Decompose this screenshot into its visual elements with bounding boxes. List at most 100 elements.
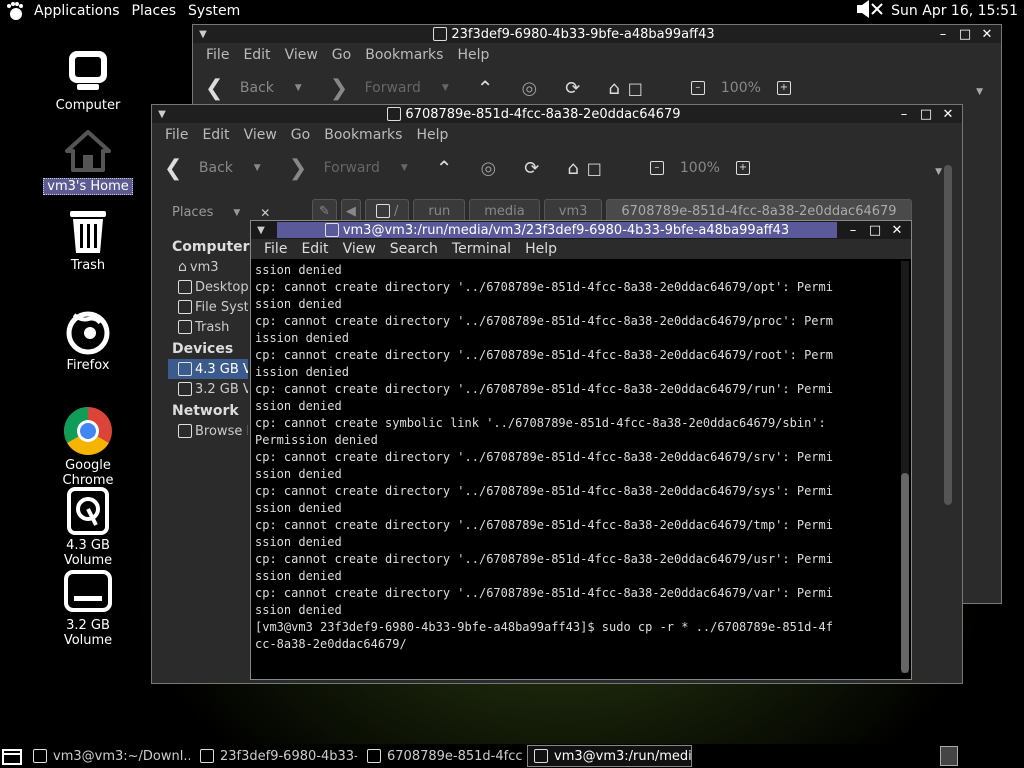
desktop-icon-chrome[interactable]: Google Chrome [38,406,138,488]
window-menu-icon[interactable]: ▼ [152,109,172,120]
sidebar-item-browse-network[interactable]: Browse Network [168,421,248,441]
terminal-window[interactable]: ▼ vm3@vm3:/run/media/vm3/23f3def9-6980-4… [250,220,912,680]
window-menu-icon[interactable]: ▼ [251,225,271,236]
zoom-in-icon[interactable]: + [735,161,750,175]
reload-icon[interactable]: ⟳ [565,78,580,99]
menu-file[interactable]: File [199,47,236,63]
desktop-icon-computer[interactable]: Computer [38,46,138,113]
scrollbar[interactable] [901,261,909,673]
drive-icon [433,27,448,41]
sidebar-item-filesystem[interactable]: File System [168,297,248,317]
applications-menu[interactable]: Applications [0,0,128,22]
stop-icon[interactable]: ◎ [522,78,538,99]
zoom-level: 100% [720,80,761,96]
minimize-icon[interactable]: – [845,222,861,238]
window-titlebar[interactable]: ▼ 23f3def9-6980-4b33-9bfe-a48ba99aff43 –… [193,25,1001,43]
chevron-down-icon[interactable]: ▼ [976,87,983,97]
up-icon[interactable]: ⌃ [436,156,453,180]
taskbar-item[interactable]: 23f3def9-6980-4b33-... [193,745,358,767]
show-desktop-icon[interactable] [0,745,24,767]
places-menu[interactable]: Places [128,0,185,22]
terminal-icon [33,749,47,763]
close-icon[interactable]: ✕ [889,222,905,238]
desktop-icon-volume-4-3[interactable]: 4.3 GB Volume [38,486,138,568]
terminal-line: ssion denied [255,569,342,583]
menu-help[interactable]: Help [409,127,455,143]
terminal-line: cp: cannot create directory '../6708789e… [255,382,833,396]
up-icon[interactable]: ⌃ [477,76,494,100]
back-button[interactable]: ❮ Back ▼ [205,76,302,101]
menu-file[interactable]: File [158,127,195,143]
menu-edit[interactable]: Edit [294,241,335,257]
taskbar-item-active[interactable]: vm3@vm3:/run/medi... [527,745,692,767]
menu-edit[interactable]: Edit [195,127,236,143]
menu-view[interactable]: View [336,241,383,257]
terminal-line: Permission denied [255,433,378,447]
forward-button[interactable]: ❯ Forward ▼ [330,76,449,101]
sidebar-heading-network: Network [172,403,239,419]
maximize-icon[interactable]: □ [867,222,883,238]
sidebar-item-home[interactable]: ⌂ vm3 [168,257,248,277]
scrollbar-thumb[interactable] [901,473,909,673]
zoom-in-icon[interactable]: + [776,81,791,95]
speaker-muted-icon[interactable] [855,0,885,23]
window-menu-icon[interactable]: ▼ [193,29,213,40]
maximize-icon[interactable]: □ [957,26,973,42]
places-selector[interactable]: Places ▼ ✕ [172,205,270,220]
minimize-icon[interactable]: – [935,26,951,42]
home-icon[interactable]: ⌂ [608,78,619,99]
menu-terminal[interactable]: Terminal [445,241,518,257]
desktop-icon-volume-3-2[interactable]: 3.2 GB Volume [38,566,138,648]
drive-icon [200,749,214,763]
maximize-icon[interactable]: □ [918,106,934,122]
menu-bookmarks[interactable]: Bookmarks [358,47,450,63]
taskbar-item-label: 6708789e-851d-4fcc... [387,748,525,764]
desktop-icon-trash[interactable]: Trash [38,206,138,273]
terminal-output[interactable]: ssion denied cp: cannot create directory … [251,259,911,679]
home-icon[interactable]: ⌂ [567,158,578,179]
menu-go[interactable]: Go [284,127,317,143]
desktop-icon-firefox[interactable]: Firefox [38,306,138,373]
clock[interactable]: Sun Apr 16, 15:51 [891,3,1018,19]
close-icon[interactable]: ✕ [940,106,956,122]
taskbar-item[interactable]: vm3@vm3:~/Downl... [26,745,191,767]
zoom-level: 100% [679,160,720,176]
computer-icon[interactable]: □ [587,159,602,178]
zoom-out-icon[interactable]: – [690,81,705,95]
menu-search[interactable]: Search [383,241,445,257]
sidebar-item-desktop[interactable]: Desktop [168,277,248,297]
stop-icon[interactable]: ◎ [481,158,497,179]
sidebar-item-volume-3-2[interactable]: 3.2 GB Volume [168,379,248,399]
zoom-out-icon[interactable]: – [649,161,664,175]
reload-icon[interactable]: ⟳ [524,158,539,179]
desktop-icon-home[interactable]: vm3's Home [38,126,138,195]
menu-help[interactable]: Help [518,241,564,257]
sidebar-item-trash[interactable]: Trash [168,317,248,337]
menu-view[interactable]: View [278,47,325,63]
menu-bookmarks[interactable]: Bookmarks [317,127,409,143]
computer-icon[interactable]: □ [628,79,643,98]
taskbar-item[interactable]: 6708789e-851d-4fcc... [360,745,525,767]
workspace-switcher-icon[interactable] [940,746,958,766]
window-titlebar[interactable]: ▼ 6708789e-851d-4fcc-8a38-2e0ddac64679 –… [152,105,962,123]
desktop-icon-label: Firefox [66,358,110,373]
system-menu[interactable]: System [184,0,248,22]
close-icon[interactable]: ✕ [979,26,995,42]
close-sidebar-icon[interactable]: ✕ [260,206,270,220]
forward-label: Forward [323,160,380,176]
forward-button[interactable]: ❯ Forward ▼ [289,156,408,181]
menu-go[interactable]: Go [325,47,358,63]
toolbar: ❮ Back ▼ ❯ Forward ▼ ⌃ ◎ ⟳ ⌂ □ – 100% + [193,67,1001,109]
chevron-left-icon: ❮ [205,75,224,101]
minimize-icon[interactable]: – [896,106,912,122]
back-button[interactable]: ❮ Back ▼ [164,156,261,181]
menu-file[interactable]: File [257,241,294,257]
sidebar-item-volume-4-3[interactable]: 4.3 GB Volume [168,359,248,379]
menu-help[interactable]: Help [450,47,496,63]
chevron-down-icon[interactable]: ▼ [935,167,942,177]
menu-edit[interactable]: Edit [236,47,277,63]
window-titlebar[interactable]: ▼ vm3@vm3:/run/media/vm3/23f3def9-6980-4… [251,221,911,239]
scrollbar[interactable] [944,165,952,505]
menu-view[interactable]: View [237,127,284,143]
taskbar-item-label: vm3@vm3:~/Downl... [53,748,191,764]
